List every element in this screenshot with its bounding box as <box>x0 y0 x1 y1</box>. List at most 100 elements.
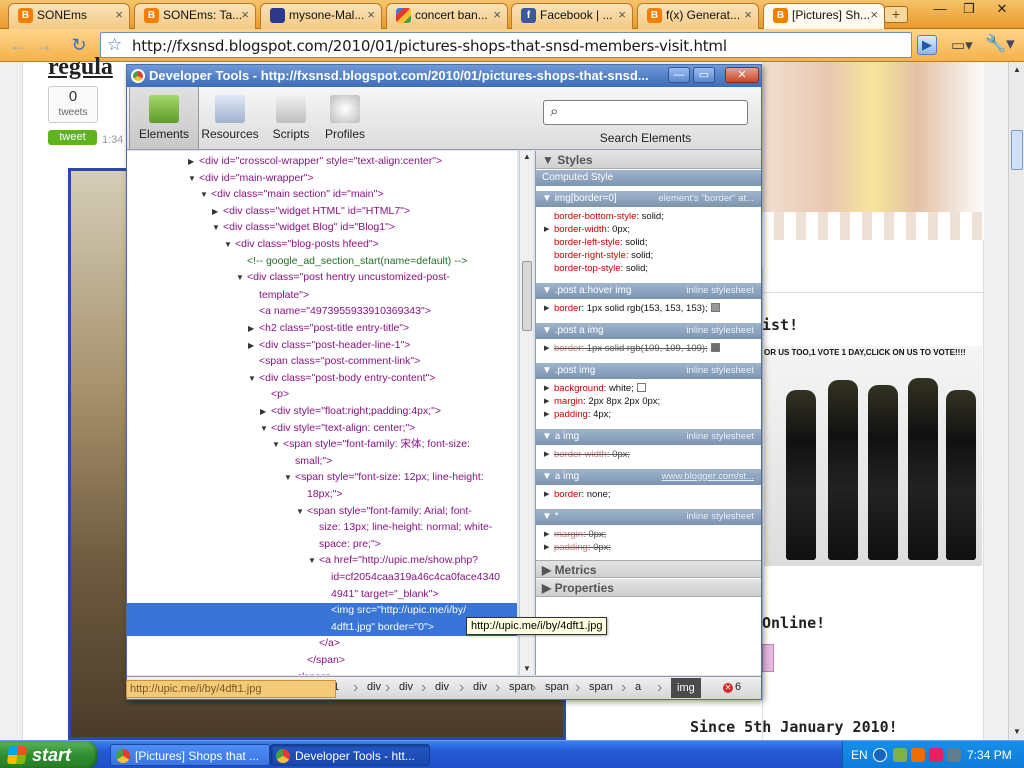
collapse-triangle-icon[interactable]: ▼ <box>200 188 208 202</box>
style-property[interactable]: ▶ margin: 0px; <box>544 529 606 540</box>
style-rule-header[interactable]: ▼ a img www.blogger.com/st... <box>536 469 761 485</box>
dom-node[interactable]: ▼ <div class="post-body entry-content"> <box>248 371 435 385</box>
back-arrow-icon[interactable] <box>873 748 887 762</box>
taskbar-button[interactable]: [Pictures] Shops that ... <box>110 744 270 766</box>
collapse-triangle-icon[interactable]: ▼ <box>212 221 220 235</box>
dom-node[interactable]: ▼ <span style="font-family: Arial; font- <box>296 504 472 518</box>
dom-node[interactable]: 18px;"> <box>307 487 343 501</box>
bookmark-star-icon[interactable]: ☆ <box>107 35 122 55</box>
scrollbar-thumb[interactable] <box>1011 130 1023 170</box>
expand-triangle-icon[interactable]: ▶ <box>544 410 549 418</box>
dom-node[interactable]: <!-- google_ad_section_start(name=defaul… <box>247 254 467 268</box>
start-button[interactable]: start <box>0 741 98 768</box>
devtools-close-button[interactable]: ✕ <box>725 67 759 83</box>
close-tab-icon[interactable]: × <box>493 4 501 26</box>
styles-header[interactable]: ▼ Styles <box>536 151 761 169</box>
tab-4[interactable]: concert ban... × <box>386 3 508 29</box>
expand-triangle-icon[interactable]: ▶ <box>544 543 549 551</box>
style-property[interactable]: ▶ padding: 0px; <box>544 542 611 553</box>
breadcrumb-item[interactable]: div <box>399 681 413 693</box>
style-property[interactable]: ▶ border: 1px solid rgb(109, 109, 109); <box>544 343 720 354</box>
dom-node[interactable]: small;"> <box>295 454 332 468</box>
dom-node[interactable]: ▼ <a href="http://upic.me/show.php? <box>308 553 478 567</box>
collapse-triangle-icon[interactable]: ▼ <box>188 172 196 186</box>
style-rule-header[interactable]: ▼ .post a:hover img inline stylesheet <box>536 283 761 299</box>
tab-5[interactable]: f Facebook | ... × <box>511 3 633 29</box>
style-property[interactable]: border-left-style: solid; <box>554 237 647 248</box>
taskbar-button[interactable]: Developer Tools - htt... <box>270 744 430 766</box>
collapse-triangle-icon[interactable]: ▼ <box>260 422 268 436</box>
dom-node[interactable]: <a name="4973955933910369343"> <box>259 304 431 318</box>
dom-node[interactable]: <p> <box>271 387 289 401</box>
expand-triangle-icon[interactable]: ▶ <box>544 450 549 458</box>
style-property[interactable]: border-right-style: solid; <box>554 250 653 261</box>
restore-window-button[interactable]: ❐ <box>955 0 983 18</box>
scroll-up-icon[interactable]: ▲ <box>520 151 534 163</box>
breadcrumb-item[interactable]: span <box>545 681 569 693</box>
collapse-triangle-icon[interactable]: ▼ <box>224 238 232 252</box>
dom-node[interactable]: size: 13px; line-height: normal; white- <box>319 520 492 534</box>
tool-scripts[interactable]: Scripts <box>267 87 315 149</box>
tab-1[interactable]: B SONEms × <box>8 3 130 29</box>
dom-node[interactable]: </a> <box>319 636 340 650</box>
wrench-menu-button[interactable]: 🔧▾ <box>985 34 1015 54</box>
dom-node[interactable]: ▼ <div style="text-align: center;"> <box>260 421 415 435</box>
tray-icon[interactable] <box>947 748 961 762</box>
style-rule-header[interactable]: ▼ a img inline stylesheet <box>536 429 761 445</box>
tab-6[interactable]: Bf(x) Generat... × <box>637 3 759 29</box>
expand-triangle-icon[interactable]: ▶ <box>544 397 549 405</box>
dom-node[interactable]: id=cf2054caa319a46c4ca0face4340 <box>331 570 500 584</box>
color-swatch-icon[interactable] <box>710 303 720 312</box>
dom-node[interactable]: ▶ <h2 class="post-title entry-title"> <box>248 321 409 335</box>
collapse-triangle-icon[interactable]: ▼ <box>236 271 244 285</box>
dom-node[interactable]: </span> <box>307 653 345 667</box>
post-title[interactable]: regula <box>48 54 113 81</box>
dom-node[interactable]: ▼ <span style="font-size: 12px; line-heig… <box>284 470 484 484</box>
dom-node[interactable]: ▼ <div id="main-wrapper"> <box>188 171 314 185</box>
close-tab-icon[interactable]: × <box>744 4 752 26</box>
style-property[interactable]: ▶ border-width: 0px; <box>544 449 630 460</box>
dom-node[interactable]: ▼ <div class="post hentry uncustomized-po… <box>236 270 450 284</box>
collapse-triangle-icon[interactable]: ▼ <box>284 471 292 485</box>
close-tab-icon[interactable]: × <box>241 4 249 26</box>
vote-banner-image[interactable]: OR US TOO,1 VOTE 1 DAY,CLICK ON US TO VO… <box>764 346 982 566</box>
url-text[interactable]: http://fxsnsd.blogspot.com/2010/01/pictu… <box>132 37 727 55</box>
tweet-button[interactable]: tweet <box>48 130 97 145</box>
scroll-up-icon[interactable]: ▲ <box>1009 62 1024 78</box>
style-property[interactable]: ▶ margin: 2px 8px 2px 0px; <box>544 396 660 407</box>
dom-node[interactable]: ▼ <div class="blog-posts hfeed"> <box>224 237 379 251</box>
style-rule-header[interactable]: ▼ img[border=0] element's "border" at... <box>536 191 761 207</box>
style-property[interactable]: ▶ border: none; <box>544 489 611 500</box>
volume-icon[interactable] <box>911 748 925 762</box>
dom-node[interactable]: template"> <box>259 288 309 302</box>
page-scrollbar[interactable]: ▲ ▼ <box>1008 62 1024 740</box>
selected-dom-node[interactable]: 4dft1.jpg" border="0"> <box>331 619 434 634</box>
style-property[interactable]: border-top-style: solid; <box>554 263 648 274</box>
style-rule-header[interactable]: ▼ .post img inline stylesheet <box>536 363 761 379</box>
dom-node[interactable]: ▶ <div id="crosscol-wrapper" style="text-… <box>188 154 442 168</box>
new-tab-button[interactable]: + <box>884 6 908 23</box>
color-swatch-icon[interactable] <box>710 343 720 352</box>
expand-triangle-icon[interactable]: ▶ <box>544 490 549 498</box>
elements-tree[interactable]: ▶ <div id="crosscol-wrapper" style="text-… <box>127 151 517 675</box>
elements-scrollbar[interactable]: ▲ ▼ <box>519 151 533 675</box>
dom-node[interactable]: space: pre;"> <box>319 537 381 551</box>
style-property[interactable]: border-bottom-style: solid; <box>554 211 664 222</box>
dom-node[interactable]: ▶ <div class="post-header-line-1"> <box>248 338 410 352</box>
style-rule-header[interactable]: ▼ * inline stylesheet <box>536 509 761 525</box>
expand-triangle-icon[interactable]: ▶ <box>248 322 254 336</box>
dom-node[interactable]: <span class="post-comment-link"> <box>259 354 420 368</box>
search-elements-input[interactable]: ⌕ <box>543 100 748 125</box>
collapse-triangle-icon[interactable]: ▼ <box>248 372 256 386</box>
minimize-window-button[interactable]: — <box>926 0 954 18</box>
devtools-maximize-button[interactable]: ▭ <box>693 67 715 83</box>
breadcrumb-item[interactable]: span <box>509 681 533 693</box>
style-property[interactable]: ▶ border-width: 0px; <box>544 224 630 235</box>
collapse-triangle-icon[interactable]: ▼ <box>308 554 316 568</box>
close-tab-icon[interactable]: × <box>115 4 123 26</box>
expand-triangle-icon[interactable]: ▶ <box>544 304 549 312</box>
breadcrumb-item[interactable]: img <box>671 678 701 698</box>
tab-7[interactable]: B [Pictures] Sh... × <box>763 3 885 29</box>
tool-elements[interactable]: Elements <box>129 87 199 149</box>
dom-node[interactable]: ▶ <div style="float:right;padding:4px;"> <box>260 404 441 418</box>
